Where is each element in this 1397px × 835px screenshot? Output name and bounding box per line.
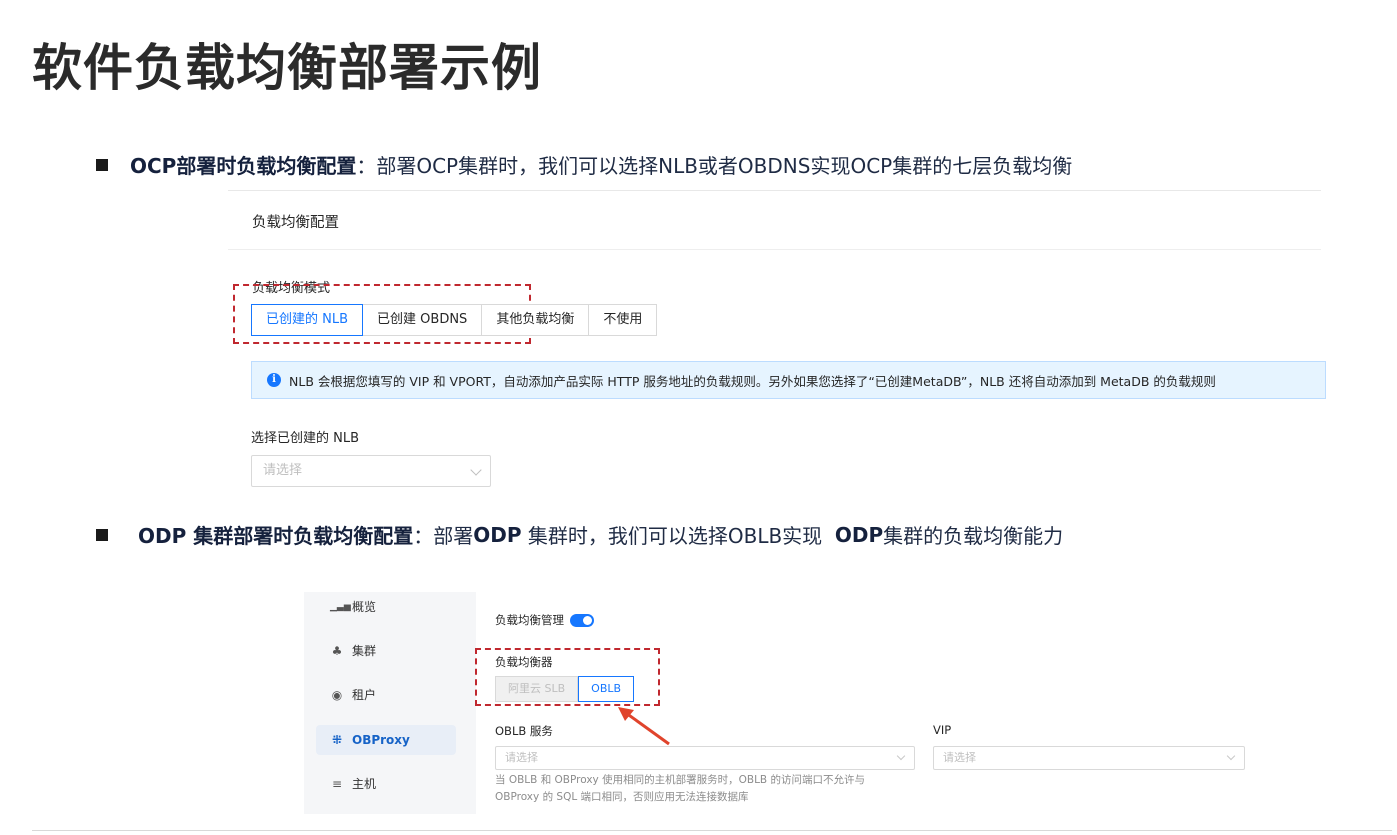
- bar-chart-icon: ▁▃▅: [330, 601, 351, 612]
- chevron-down-icon: [896, 751, 906, 761]
- page-title: 软件负载均衡部署示例: [32, 39, 542, 97]
- bullet-odp-bold: ODP 集群部署时负载均衡配置: [138, 524, 414, 548]
- red-arrow-icon: [618, 707, 670, 746]
- footer-divider: [32, 830, 1392, 831]
- vip-label: VIP: [933, 723, 952, 737]
- lb-management-label: 负载均衡管理: [495, 613, 564, 627]
- bullet-odp-text-c: 集群的负载均衡能力: [883, 524, 1064, 548]
- header-divider: [228, 249, 1321, 250]
- sidebar-item-tenant[interactable]: ◉ 租户: [330, 686, 376, 703]
- bullet-odp-text-b: 集群时，我们可以选择OBLB实现: [521, 524, 835, 548]
- lb-option-aliyun-slb[interactable]: 阿里云 SLB: [495, 676, 579, 702]
- bullet-odp-bold3: ODP: [834, 522, 884, 547]
- bullet-ocp-bold: OCP部署时负载均衡配置: [130, 154, 357, 178]
- bullet-square-icon: [96, 528, 108, 541]
- lb-mode-segmented: 已创建的 NLB 已创建 OBDNS 其他负载均衡 不使用: [251, 304, 658, 336]
- mode-option-other[interactable]: 其他负载均衡: [482, 304, 590, 336]
- select-nlb-dropdown[interactable]: 请选择: [251, 455, 491, 487]
- lb-config-screenshot: 负载均衡配置 负载均衡模式 已创建的 NLB 已创建 OBDNS 其他负载均衡 …: [228, 190, 1326, 490]
- sidebar-item-label: 主机: [352, 777, 377, 791]
- info-icon: i: [267, 373, 281, 387]
- chevron-down-icon: [1226, 751, 1236, 761]
- bullet-odp-text-a: ：部署: [413, 524, 474, 548]
- sidebar-item-host[interactable]: ≡ 主机: [330, 775, 376, 792]
- chevron-down-icon: [470, 464, 482, 476]
- vip-select[interactable]: 请选择: [933, 746, 1245, 770]
- mode-option-obdns[interactable]: 已创建 OBDNS: [363, 304, 483, 336]
- vip-placeholder: 请选择: [943, 751, 976, 764]
- sidebar: ▁▃▅ 概览 ♣ 集群 ◉ 租户 ⁜ OBProxy ≡ 主机: [304, 592, 476, 814]
- sidebar-item-label: 集群: [352, 644, 377, 658]
- lb-option-oblb[interactable]: OBLB: [578, 676, 635, 702]
- sidebar-item-label: 概览: [352, 600, 377, 614]
- oblb-hint: 当 OBLB 和 OBProxy 使用相同的主机部署服务时，OBLB 的访问端口…: [495, 772, 915, 806]
- lb-type-segmented: 阿里云 SLB OBLB: [495, 676, 635, 702]
- sidebar-item-label: OBProxy: [352, 733, 410, 747]
- mode-option-none[interactable]: 不使用: [589, 304, 658, 336]
- hint-line-2: OBProxy 的 SQL 端口相同，否则应用无法连接数据库: [495, 791, 749, 803]
- bullet-odp-bold2: ODP: [473, 522, 522, 547]
- sidebar-item-cluster[interactable]: ♣ 集群: [330, 642, 376, 659]
- host-icon: ≡: [331, 776, 343, 791]
- info-alert: i NLB 会根据您填写的 VIP 和 VPORT，自动添加产品实际 HTTP …: [251, 361, 1326, 399]
- hint-line-1: 当 OBLB 和 OBProxy 使用相同的主机部署服务时，OBLB 的访问端口…: [495, 774, 865, 786]
- lb-config-header: 负载均衡配置: [252, 215, 339, 231]
- select-nlb-placeholder: 请选择: [263, 463, 303, 478]
- sidebar-item-obproxy[interactable]: ⁜ OBProxy: [316, 725, 456, 755]
- lb-management-row: 负载均衡管理: [495, 612, 594, 628]
- obproxy-icon: ⁜: [331, 733, 343, 747]
- bullet-ocp-text: ：部署OCP集群时，我们可以选择NLB或者OBDNS实现OCP集群的七层负载均衡: [356, 154, 1073, 178]
- tenant-icon: ◉: [331, 687, 343, 702]
- bullet-odp: ODP 集群部署时负载均衡配置 ：部署 ODP 集群时，我们可以选择OBLB实现…: [96, 520, 1063, 549]
- info-alert-text: NLB 会根据您填写的 VIP 和 VPORT，自动添加产品实际 HTTP 服务…: [289, 373, 1216, 389]
- sidebar-item-overview[interactable]: ▁▃▅ 概览: [330, 598, 376, 615]
- select-nlb-label: 选择已创建的 NLB: [251, 431, 360, 446]
- oblb-service-select[interactable]: 请选择: [495, 746, 915, 770]
- lb-management-toggle[interactable]: [570, 613, 594, 627]
- bullet-square-icon: [96, 158, 108, 171]
- oblb-service-placeholder: 请选择: [505, 751, 538, 764]
- cluster-icon: ♣: [331, 643, 343, 658]
- bullet-ocp: OCP部署时负载均衡配置 ：部署OCP集群时，我们可以选择NLB或者OBDNS实…: [96, 150, 1072, 179]
- mode-option-nlb[interactable]: 已创建的 NLB: [251, 304, 364, 336]
- obproxy-lb-screenshot: ▁▃▅ 概览 ♣ 集群 ◉ 租户 ⁜ OBProxy ≡ 主机 负载均衡管理 负…: [304, 592, 1249, 814]
- sidebar-item-label: 租户: [352, 688, 377, 702]
- oblb-service-label: OBLB 服务: [495, 724, 553, 738]
